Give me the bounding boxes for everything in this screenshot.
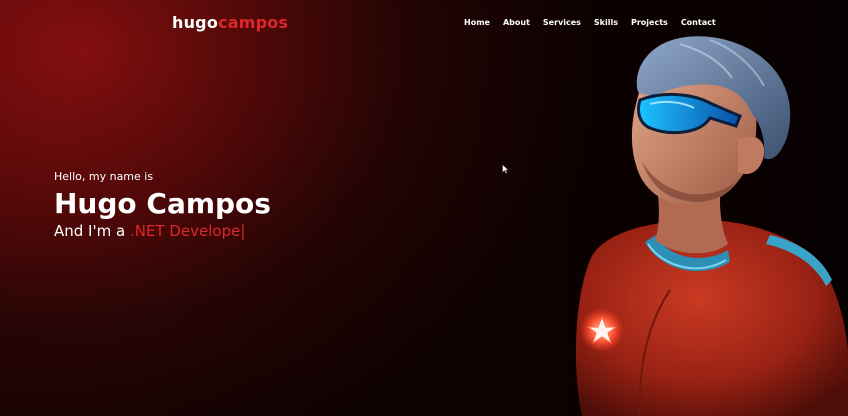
hero-avatar-illustration: [575, 36, 848, 416]
hero-greeting: Hello, my name is: [54, 170, 154, 183]
nav-menu: Home About Services Skills Projects Cont…: [464, 18, 716, 27]
nav-link-skills[interactable]: Skills: [594, 18, 618, 27]
page: hugocampos Home About Services Skills Pr…: [0, 0, 848, 416]
nav-link-about[interactable]: About: [503, 18, 530, 27]
nav-link-projects[interactable]: Projects: [631, 18, 668, 27]
hero-role-typed: .NET Develope: [129, 222, 241, 240]
brand-logo[interactable]: hugocampos: [172, 13, 288, 32]
brand-logo-second: campos: [218, 13, 289, 32]
hero-name: Hugo Campos: [54, 187, 271, 220]
nav-link-contact[interactable]: Contact: [681, 18, 716, 27]
brand-logo-first: hugo: [172, 13, 219, 32]
top-navbar: hugocampos Home About Services Skills Pr…: [0, 0, 848, 48]
hero-intro: Hello, my name is Hugo Campos And I'm a …: [54, 170, 271, 240]
hero-role: And I'm a .NET Develope|: [54, 222, 271, 240]
hero-role-prefix: And I'm a: [54, 222, 130, 240]
arrow-cursor-icon: [502, 159, 510, 178]
nav-link-home[interactable]: Home: [464, 18, 490, 27]
typing-caret: |: [240, 222, 246, 240]
nav-link-services[interactable]: Services: [543, 18, 581, 27]
